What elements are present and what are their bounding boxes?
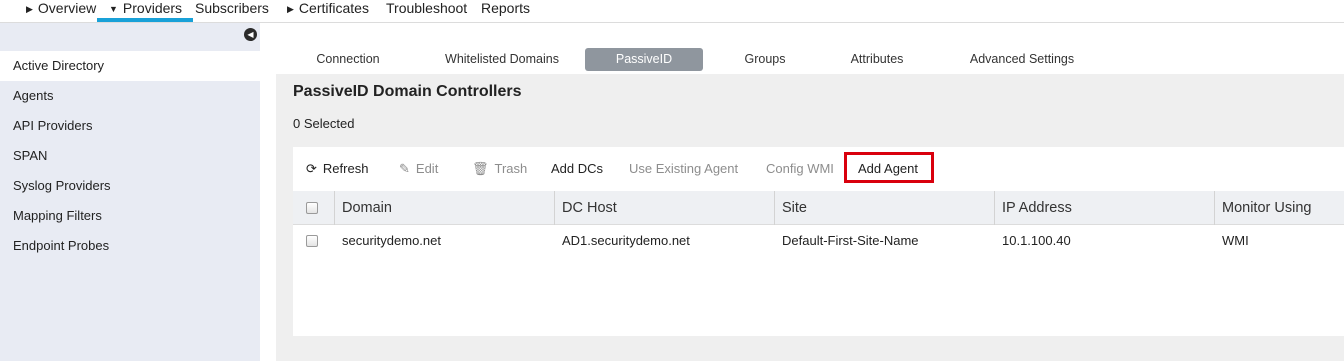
cell-ip-address: 10.1.100.40 <box>1002 233 1071 248</box>
sidebar-item-label: Active Directory <box>13 58 105 73</box>
edit-label: Edit <box>415 161 439 176</box>
sidebar-item-endpoint-probes[interactable]: Endpoint Probes <box>0 231 260 261</box>
column-divider <box>334 191 335 225</box>
sidebar-item-agents[interactable]: Agents <box>0 81 260 111</box>
use-existing-agent-button[interactable]: Use Existing Agent <box>629 160 738 178</box>
nav-troubleshoot-label: Troubleshoot <box>386 0 468 16</box>
caret-right-icon: ▶ <box>26 4 33 14</box>
tab-label: Connection <box>316 52 380 66</box>
page-title: PassiveID Domain Controllers <box>293 83 522 100</box>
caret-down-icon: ▼ <box>109 4 118 14</box>
trash-icon: 🗑 <box>472 161 489 176</box>
refresh-button[interactable]: ⟳ Refresh <box>306 160 368 178</box>
nav-providers-label: Providers <box>122 0 183 16</box>
caret-right-icon: ▶ <box>287 4 294 14</box>
sidebar-item-label: SPAN <box>13 148 48 163</box>
add-dcs-button[interactable]: Add DCs <box>551 160 603 178</box>
nav-subscribers[interactable]: Subscribers <box>195 0 269 22</box>
edit-icon: ✎ <box>399 161 410 176</box>
config-wmi-button[interactable]: Config WMI <box>766 160 834 178</box>
sidebar-item-syslog-providers[interactable]: Syslog Providers <box>0 171 260 201</box>
chevron-left-icon[interactable]: ◀ <box>244 28 257 41</box>
sidebar-item-api-providers[interactable]: API Providers <box>0 111 260 141</box>
config-wmi-label: Config WMI <box>766 161 834 176</box>
main-content: Connection Whitelisted Domains PassiveID… <box>276 23 1344 361</box>
tab-label: Attributes <box>850 52 904 66</box>
tab-passiveid[interactable]: PassiveID <box>585 48 703 71</box>
use-existing-agent-label: Use Existing Agent <box>629 161 739 176</box>
column-divider <box>1214 191 1215 225</box>
column-header-dc-host[interactable]: DC Host <box>562 191 617 225</box>
nav-providers[interactable]: ▼ Providers <box>97 0 194 22</box>
nav-troubleshoot[interactable]: Troubleshoot <box>386 0 467 22</box>
tab-label: Groups <box>744 52 786 66</box>
add-dcs-label: Add DCs <box>551 161 604 176</box>
table-header: Domain DC Host Site IP Address Monitor U… <box>293 191 1344 225</box>
tab-advanced-settings[interactable]: Advanced Settings <box>960 48 1084 71</box>
trash-label: Trash <box>494 161 528 176</box>
nav-subscribers-label: Subscribers <box>195 0 269 16</box>
nav-reports[interactable]: Reports <box>481 0 530 22</box>
column-divider <box>994 191 995 225</box>
sidebar-item-label: API Providers <box>13 118 93 133</box>
nav-overview-label: Overview <box>37 0 97 16</box>
sidebar: ◀ Active Directory Agents API Providers … <box>0 23 260 361</box>
nav-certificates[interactable]: ▶ Certificates <box>287 0 369 22</box>
sidebar-item-active-directory[interactable]: Active Directory <box>0 51 260 81</box>
sidebar-item-span[interactable]: SPAN <box>0 141 260 171</box>
column-header-ip-address[interactable]: IP Address <box>1002 191 1072 225</box>
tab-bar: Connection Whitelisted Domains PassiveID… <box>276 23 1344 74</box>
tab-connection[interactable]: Connection <box>304 48 392 71</box>
domain-controllers-table: ⟳ Refresh ✎ Edit 🗑 Trash Add DCs Use Existi… <box>293 147 1344 336</box>
nav-reports-label: Reports <box>481 0 531 16</box>
tab-groups[interactable]: Groups <box>731 48 799 71</box>
cell-dc-host: AD1.securitydemo.net <box>562 233 690 248</box>
select-all-checkbox[interactable] <box>306 202 318 214</box>
refresh-icon: ⟳ <box>306 161 317 176</box>
nav-certificates-label: Certificates <box>298 0 369 16</box>
cell-monitor-using: WMI <box>1222 233 1249 248</box>
sidebar-item-label: Mapping Filters <box>13 208 102 223</box>
refresh-label: Refresh <box>322 161 369 176</box>
tab-label: Whitelisted Domains <box>445 52 559 66</box>
cell-site: Default-First-Site-Name <box>782 233 919 248</box>
sidebar-item-label: Agents <box>13 88 54 103</box>
nav-overview[interactable]: ▶ Overview <box>26 0 96 22</box>
top-nav: ▶ Overview ▼ Providers Subscribers ▶ Certif… <box>0 0 1344 23</box>
row-checkbox[interactable] <box>306 235 318 247</box>
active-nav-indicator <box>97 18 194 22</box>
trash-button[interactable]: 🗑 Trash <box>472 160 527 178</box>
sidebar-item-mapping-filters[interactable]: Mapping Filters <box>0 201 260 231</box>
sidebar-item-label: Syslog Providers <box>13 178 111 193</box>
column-divider <box>554 191 555 225</box>
column-divider <box>774 191 775 225</box>
add-agent-highlight <box>844 152 934 183</box>
column-header-site[interactable]: Site <box>782 191 807 225</box>
tab-attributes[interactable]: Attributes <box>839 48 915 71</box>
tab-label: Advanced Settings <box>969 52 1075 66</box>
column-header-monitor-using[interactable]: Monitor Using <box>1222 191 1311 225</box>
sidebar-item-label: Endpoint Probes <box>13 238 110 253</box>
tab-whitelisted-domains[interactable]: Whitelisted Domains <box>436 48 568 71</box>
selected-count: 0 Selected <box>293 116 355 131</box>
tab-label: PassiveID <box>615 52 673 66</box>
edit-button[interactable]: ✎ Edit <box>399 160 438 178</box>
cell-domain: securitydemo.net <box>342 233 441 248</box>
column-header-domain[interactable]: Domain <box>342 191 392 225</box>
